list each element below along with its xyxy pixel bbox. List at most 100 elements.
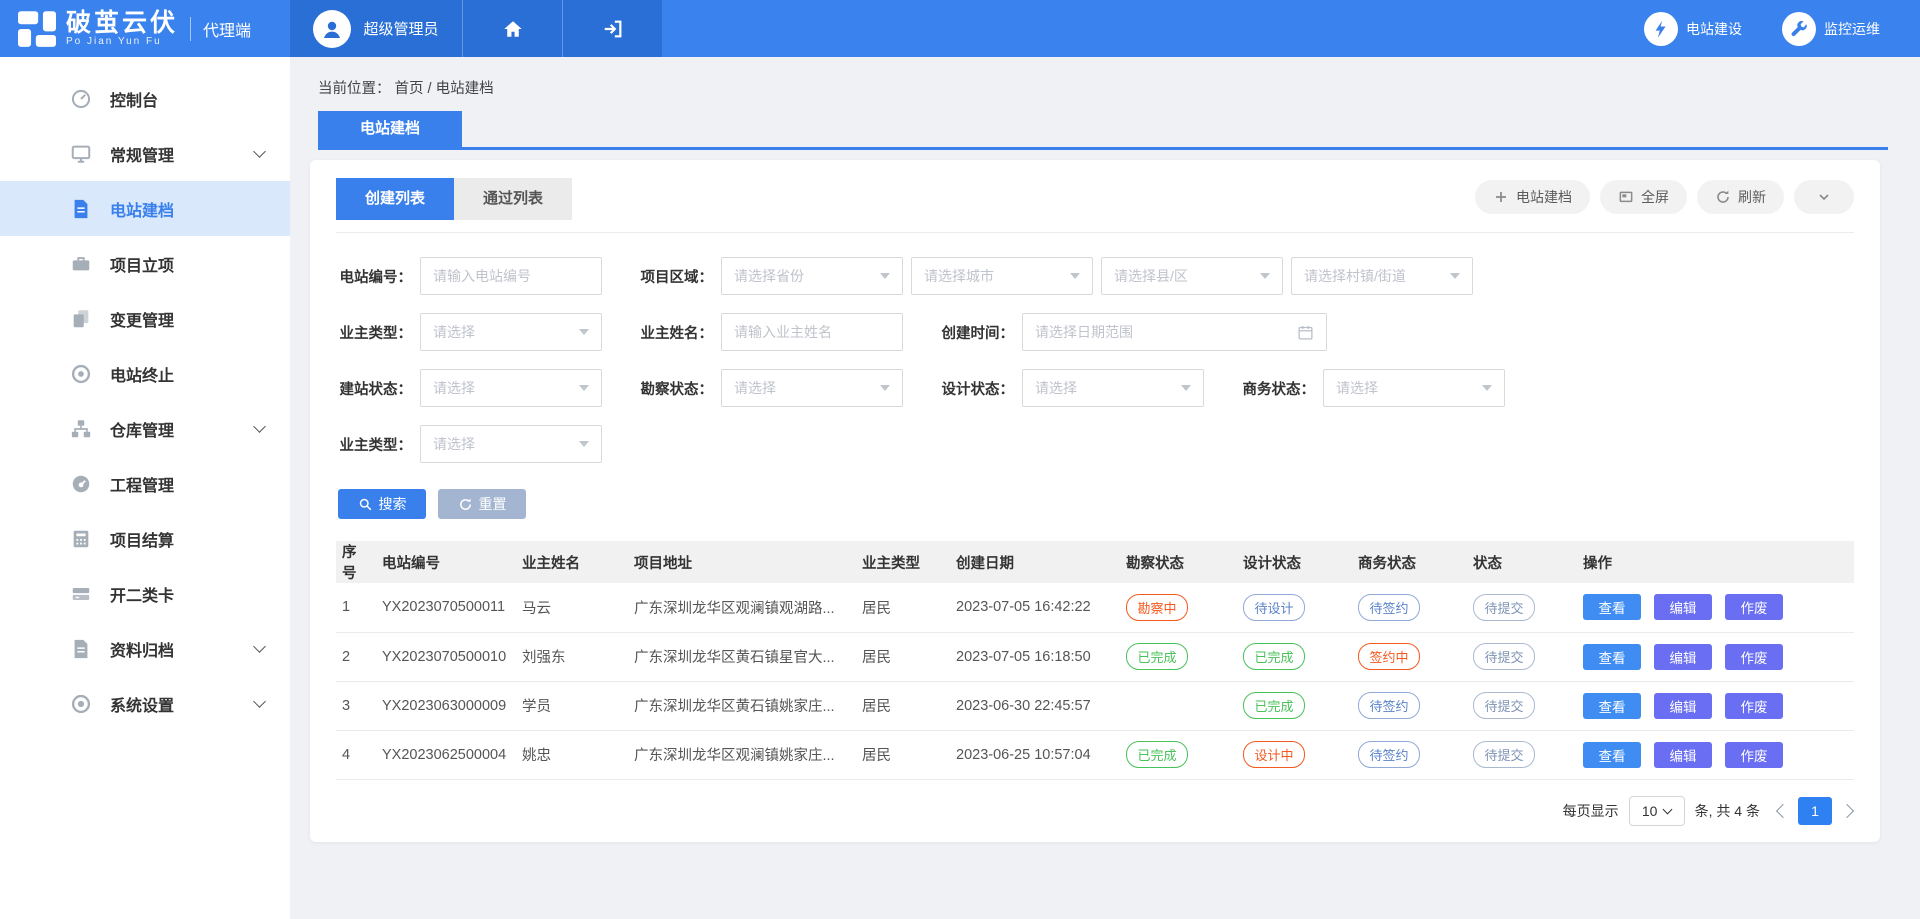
- refresh-button[interactable]: 刷新: [1697, 180, 1784, 214]
- design-status-select[interactable]: 请选择: [1022, 369, 1204, 407]
- status-badge: 待提交: [1473, 594, 1535, 621]
- edit-button[interactable]: 编辑: [1654, 644, 1712, 670]
- user-menu[interactable]: 超级管理员: [290, 0, 462, 57]
- status-badge: 待提交: [1473, 643, 1535, 670]
- province-select[interactable]: 请选择省份: [721, 257, 903, 295]
- per-page-select[interactable]: 10: [1629, 796, 1685, 826]
- view-button[interactable]: 查看: [1583, 693, 1641, 719]
- sidebar-item-console[interactable]: 控制台: [0, 71, 290, 126]
- chevron-down-icon: [253, 695, 266, 708]
- wrench-icon: [1789, 19, 1809, 39]
- list-tabs: 创建列表 通过列表: [336, 178, 572, 220]
- select-caret-icon: [1663, 804, 1673, 814]
- business-status-select[interactable]: 请选择: [1323, 369, 1505, 407]
- county-select[interactable]: 请选择县/区: [1101, 257, 1283, 295]
- page-tab-station-filing[interactable]: 电站建档: [318, 111, 462, 147]
- logout-button[interactable]: [562, 0, 662, 57]
- sidebar-item-data-archive[interactable]: 资料归档: [0, 621, 290, 676]
- portal-label: 代理端: [190, 17, 251, 41]
- nav-monitor-ops-label: 监控运维: [1824, 19, 1880, 39]
- edit-button[interactable]: 编辑: [1654, 742, 1712, 768]
- pagination: 每页显示 10 条, 共 4 条 1: [336, 796, 1854, 826]
- sidebar-item-change-mgmt[interactable]: 变更管理: [0, 291, 290, 346]
- gauge-icon: [70, 473, 92, 495]
- card-icon: [70, 583, 92, 605]
- select-caret-icon: [579, 441, 589, 447]
- main-panel: 创建列表 通过列表 电站建档 全屏 刷新: [310, 160, 1880, 842]
- collapse-toolbar-button[interactable]: [1794, 180, 1854, 214]
- owner-type-label: 业主类型：: [336, 322, 412, 343]
- select-caret-icon: [1482, 385, 1492, 391]
- design-status-badge: 已完成: [1243, 643, 1305, 670]
- sidebar-item-general-mgmt[interactable]: 常规管理: [0, 126, 290, 181]
- select-caret-icon: [579, 329, 589, 335]
- tab-create-list[interactable]: 创建列表: [336, 178, 454, 220]
- nav-station-build-label: 电站建设: [1686, 19, 1742, 39]
- table-row: 3 YX2023063000009 学员 广东深圳龙华区黄石镇姚家庄... 居民…: [336, 681, 1854, 730]
- sidebar-item-open-card[interactable]: 开二类卡: [0, 566, 290, 621]
- view-button[interactable]: 查看: [1583, 644, 1641, 670]
- business-status-badge: 待签约: [1358, 692, 1420, 719]
- station-no-input[interactable]: 请输入电站编号: [420, 257, 602, 295]
- survey-status-badge: 勘察中: [1126, 594, 1188, 621]
- logout-icon: [602, 18, 624, 40]
- reset-button[interactable]: 重置: [438, 489, 526, 519]
- sidebar-item-station-termination[interactable]: 电站终止: [0, 346, 290, 401]
- village-select[interactable]: 请选择村镇/街道: [1291, 257, 1473, 295]
- owner-name-input[interactable]: 请输入业主姓名: [721, 313, 903, 351]
- owner-type-select[interactable]: 请选择: [420, 313, 602, 351]
- brand-logo-icon: [18, 10, 56, 48]
- search-button[interactable]: 搜索: [338, 489, 426, 519]
- table-row: 2 YX2023070500010 刘强东 广东深圳龙华区黄石镇星官大... 居…: [336, 632, 1854, 681]
- fullscreen-button[interactable]: 全屏: [1600, 180, 1687, 214]
- build-status-label: 建站状态：: [336, 378, 412, 399]
- view-button[interactable]: 查看: [1583, 594, 1641, 620]
- next-page-button[interactable]: [1840, 803, 1854, 817]
- sitemap-icon: [70, 418, 92, 440]
- lightning-icon: [1651, 19, 1671, 39]
- void-button[interactable]: 作废: [1725, 594, 1783, 620]
- sidebar-item-project-settlement[interactable]: 项目结算: [0, 511, 290, 566]
- calculator-icon: [70, 528, 92, 550]
- chevron-down-icon: [253, 640, 266, 653]
- settings-icon: [70, 693, 92, 715]
- total-count-label: 条, 共 4 条: [1695, 801, 1760, 821]
- nav-station-build[interactable]: 电站建设: [1644, 0, 1742, 57]
- logo: 破茧云伏 Po Jian Yun Fu 代理端: [0, 0, 290, 57]
- select-caret-icon: [880, 385, 890, 391]
- business-status-label: 商务状态：: [1239, 378, 1315, 399]
- nav-monitor-ops[interactable]: 监控运维: [1782, 0, 1880, 57]
- view-button[interactable]: 查看: [1583, 742, 1641, 768]
- table-row: 1 YX2023070500011 马云 广东深圳龙华区观澜镇观湖路... 居民…: [336, 583, 1854, 632]
- business-status-badge: 待签约: [1358, 741, 1420, 768]
- dashboard-icon: [70, 88, 92, 110]
- edit-button[interactable]: 编辑: [1654, 693, 1712, 719]
- void-button[interactable]: 作废: [1725, 644, 1783, 670]
- sidebar-item-system-settings[interactable]: 系统设置: [0, 676, 290, 731]
- prev-page-button[interactable]: [1776, 803, 1790, 817]
- select-caret-icon: [579, 385, 589, 391]
- sidebar-item-project-initiation[interactable]: 项目立项: [0, 236, 290, 291]
- page-number-button[interactable]: 1: [1798, 797, 1832, 825]
- build-status-select[interactable]: 请选择: [420, 369, 602, 407]
- design-status-badge: 设计中: [1243, 741, 1305, 768]
- sidebar: 控制台 常规管理 电站建档 项目立项 变更管理: [0, 57, 290, 919]
- survey-status-select[interactable]: 请选择: [721, 369, 903, 407]
- sidebar-item-warehouse-mgmt[interactable]: 仓库管理: [0, 401, 290, 456]
- edit-button[interactable]: 编辑: [1654, 594, 1712, 620]
- owner-type2-select[interactable]: 请选择: [420, 425, 602, 463]
- breadcrumb: 当前位置： 首页 / 电站建档: [318, 77, 1920, 98]
- home-button[interactable]: [462, 0, 562, 57]
- sidebar-item-engineering-mgmt[interactable]: 工程管理: [0, 456, 290, 511]
- chevron-down-icon: [253, 420, 266, 433]
- tab-passed-list[interactable]: 通过列表: [454, 178, 572, 220]
- user-icon: [320, 17, 344, 41]
- city-select[interactable]: 请选择城市: [911, 257, 1093, 295]
- sidebar-item-station-filing[interactable]: 电站建档: [0, 181, 290, 236]
- date-range-input[interactable]: 请选择日期范围: [1022, 313, 1327, 351]
- select-caret-icon: [1450, 273, 1460, 279]
- void-button[interactable]: 作废: [1725, 693, 1783, 719]
- void-button[interactable]: 作废: [1725, 742, 1783, 768]
- create-station-button[interactable]: 电站建档: [1475, 180, 1590, 214]
- filter-form: 电站编号： 请输入电站编号 项目区域： 请选择省份 请选择城市: [336, 233, 1854, 463]
